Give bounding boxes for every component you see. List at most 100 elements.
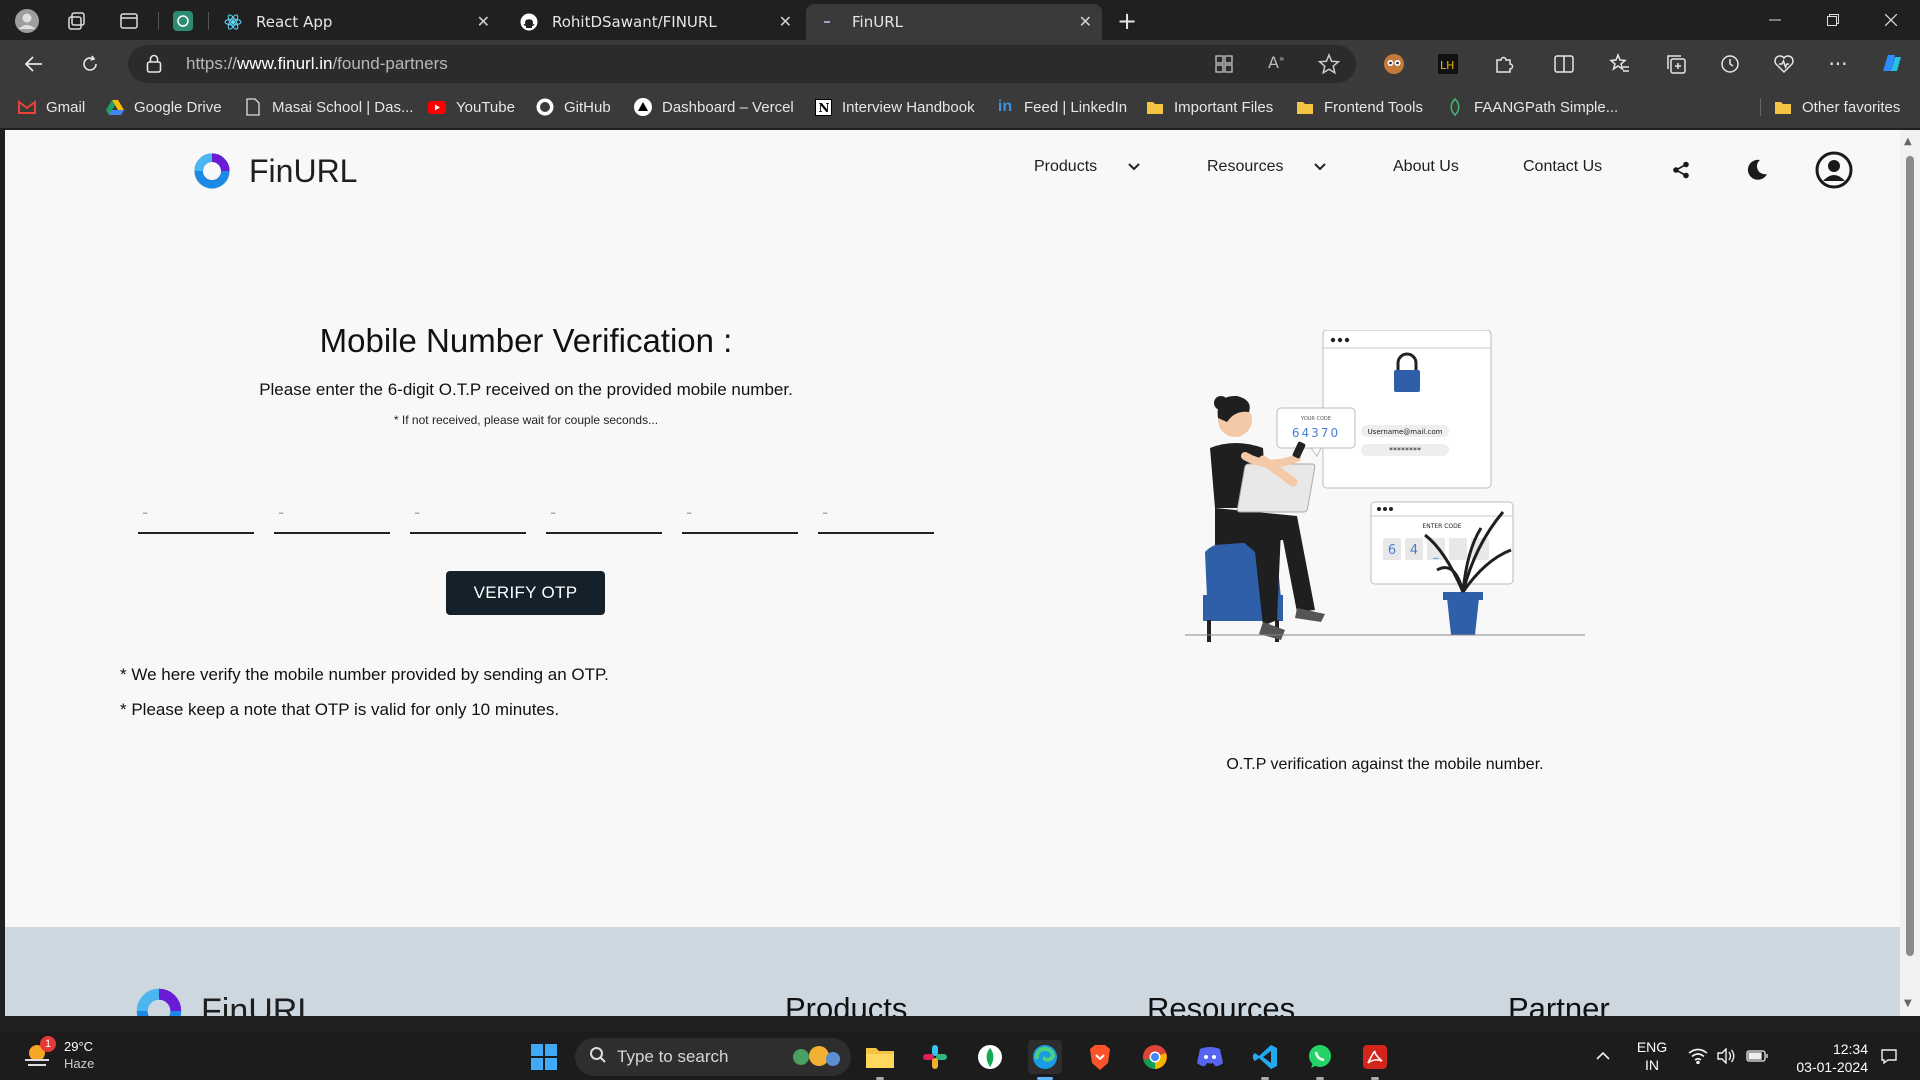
- nav-resources[interactable]: Resources: [1207, 158, 1327, 176]
- new-tab-plus-icon[interactable]: +: [1112, 7, 1142, 35]
- taskbar-search-box[interactable]: Type to search: [575, 1038, 851, 1076]
- restore-window-icon[interactable]: [1804, 0, 1862, 40]
- collections-icon[interactable]: [1660, 48, 1692, 80]
- acrobat-reader-icon[interactable]: [1358, 1040, 1392, 1080]
- whatsapp-icon[interactable]: [1303, 1040, 1337, 1080]
- scroll-up-icon[interactable]: ▲: [1904, 136, 1912, 147]
- show-hidden-icons-chevron[interactable]: [1590, 1032, 1616, 1080]
- favorite-important-files[interactable]: Important Files: [1146, 98, 1273, 116]
- favorite-linkedin[interactable]: in Feed | LinkedIn: [996, 98, 1127, 116]
- language-indicator[interactable]: ENG IN: [1628, 1032, 1676, 1080]
- chatgpt-pinned-tab-icon[interactable]: [170, 8, 196, 34]
- faangpath-icon: [1446, 98, 1464, 116]
- tab-separator: [208, 12, 209, 30]
- workspaces-icon[interactable]: [64, 8, 90, 34]
- finurl-logo-icon: [136, 988, 182, 1016]
- favorite-label: Interview Handbook: [842, 98, 975, 116]
- nav-contact-us[interactable]: Contact Us: [1523, 158, 1602, 176]
- tab-finurl[interactable]: FinURL ✕: [806, 4, 1102, 40]
- illustration-email: Username@mail.com: [1368, 428, 1443, 436]
- favorite-frontend-tools[interactable]: Frontend Tools: [1296, 98, 1423, 116]
- minimize-window-icon[interactable]: [1746, 0, 1804, 40]
- profile-avatar-icon[interactable]: [12, 6, 42, 36]
- user-account-icon[interactable]: [1814, 150, 1854, 190]
- share-icon[interactable]: [1669, 158, 1693, 182]
- favorite-interview-handbook[interactable]: N Interview Handbook: [814, 98, 975, 116]
- footer-brand[interactable]: FinURL: [135, 987, 316, 1016]
- weather-widget[interactable]: 1 29°C Haze: [22, 1036, 94, 1072]
- nav-label: About Us: [1393, 158, 1459, 175]
- discord-icon[interactable]: [1193, 1040, 1227, 1074]
- favorite-gmail[interactable]: Gmail: [18, 98, 85, 116]
- tab-github-finurl[interactable]: RohitDSawant/FINURL ✕: [506, 4, 802, 40]
- volume-icon[interactable]: [1714, 1032, 1738, 1080]
- notifications-icon[interactable]: [1876, 1032, 1902, 1080]
- illustration-enter-code-label: ENTER CODE: [1422, 523, 1461, 530]
- otp-digit-5-input[interactable]: [682, 492, 798, 534]
- favorite-google-drive[interactable]: Google Drive: [106, 98, 222, 116]
- otp-input-group: [138, 492, 934, 534]
- nav-about-us[interactable]: About Us: [1393, 158, 1459, 176]
- site-footer: FinURL Products Resources Partner: [5, 927, 1900, 1016]
- mongodb-compass-icon[interactable]: [973, 1040, 1007, 1074]
- url-text[interactable]: https://www.finurl.in/found-partners: [186, 54, 448, 74]
- otp-digit-4-input[interactable]: [546, 492, 662, 534]
- site-brand[interactable]: FinURL: [193, 152, 357, 190]
- verify-otp-button[interactable]: VERIFY OTP: [446, 571, 605, 615]
- otp-digit-1-input[interactable]: [138, 492, 254, 534]
- extension-lighthouse-icon[interactable]: LH: [1432, 48, 1464, 80]
- scroll-down-icon[interactable]: ▼: [1904, 998, 1912, 1009]
- tab-react-app[interactable]: React App ✕: [210, 4, 500, 40]
- favorite-star-icon[interactable]: [1317, 53, 1341, 79]
- copilot-icon[interactable]: [1876, 48, 1908, 80]
- favorite-other-favorites[interactable]: Other favorites: [1774, 98, 1900, 116]
- chevron-down-icon: [1127, 162, 1141, 172]
- split-screen-icon[interactable]: [1548, 48, 1580, 80]
- read-aloud-icon[interactable]: A»: [1268, 53, 1284, 72]
- close-tab-icon[interactable]: ✕: [779, 12, 792, 31]
- illustration-code-label: YOUR CODE: [1300, 416, 1331, 422]
- wifi-icon[interactable]: [1686, 1032, 1710, 1080]
- otp-digit-6-input[interactable]: [818, 492, 934, 534]
- edge-browser-icon[interactable]: [1028, 1040, 1062, 1080]
- close-tab-icon[interactable]: ✕: [477, 12, 490, 31]
- battery-icon[interactable]: [1744, 1032, 1770, 1080]
- svg-text:LH: LH: [1440, 59, 1454, 72]
- scrollbar-thumb[interactable]: [1906, 156, 1914, 956]
- system-clock[interactable]: 12:34 03-01-2024: [1786, 1040, 1868, 1076]
- tab-title: FinURL: [852, 13, 903, 31]
- close-window-icon[interactable]: [1862, 0, 1920, 40]
- file-explorer-icon[interactable]: [863, 1040, 897, 1080]
- tab-actions-icon[interactable]: [116, 8, 142, 34]
- history-icon[interactable]: [1714, 48, 1746, 80]
- app-available-icon[interactable]: [1214, 54, 1234, 78]
- clock-date: 03-01-2024: [1796, 1059, 1868, 1075]
- chrome-browser-icon[interactable]: [1138, 1040, 1172, 1074]
- close-tab-icon[interactable]: ✕: [1079, 12, 1092, 31]
- vscode-icon[interactable]: [1248, 1040, 1282, 1080]
- page-scrollbar[interactable]: ▲ ▼: [1900, 130, 1920, 1016]
- lock-icon[interactable]: [146, 54, 162, 78]
- brave-browser-icon[interactable]: [1083, 1040, 1117, 1074]
- favorite-label: Masai School | Das...: [272, 98, 414, 116]
- refresh-icon[interactable]: [74, 48, 106, 80]
- slack-icon[interactable]: [918, 1040, 952, 1074]
- more-options-icon[interactable]: ···: [1822, 48, 1854, 80]
- nav-products[interactable]: Products: [1034, 158, 1141, 176]
- favorites-icon[interactable]: [1604, 48, 1636, 80]
- favorite-youtube[interactable]: YouTube: [428, 98, 515, 116]
- browser-essentials-icon[interactable]: [1768, 48, 1800, 80]
- windows-start-icon[interactable]: [527, 1040, 561, 1074]
- back-arrow-icon[interactable]: [18, 48, 50, 80]
- google-drive-icon: [106, 98, 124, 116]
- otp-digit-3-input[interactable]: [410, 492, 526, 534]
- dark-mode-moon-icon[interactable]: [1743, 156, 1771, 184]
- extensions-puzzle-icon[interactable]: [1488, 48, 1520, 80]
- favorite-github[interactable]: GitHub: [536, 98, 611, 116]
- favorite-masai-school[interactable]: Masai School | Das...: [244, 98, 413, 116]
- favorite-vercel[interactable]: Dashboard – Vercel: [634, 98, 794, 116]
- address-bar[interactable]: https://www.finurl.in/found-partners A»: [128, 45, 1356, 83]
- favorite-faangpath[interactable]: FAANGPath Simple...: [1446, 98, 1618, 116]
- otp-digit-2-input[interactable]: [274, 492, 390, 534]
- extension-owl-icon[interactable]: [1378, 48, 1410, 80]
